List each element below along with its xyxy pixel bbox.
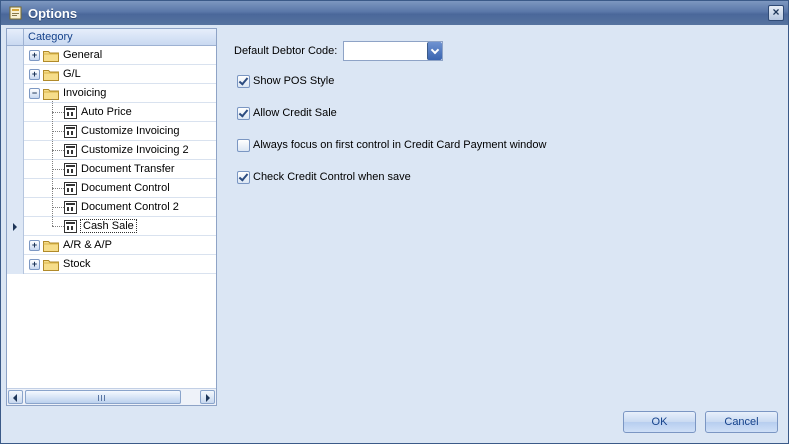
expand-icon[interactable]: + — [29, 240, 40, 251]
default-debtor-code-label: Default Debtor Code: — [234, 45, 338, 57]
collapse-icon[interactable]: − — [29, 88, 40, 99]
form-icon — [64, 144, 77, 157]
close-icon: × — [772, 5, 780, 19]
row-indicator[interactable] — [7, 255, 24, 274]
scroll-thumb[interactable] — [25, 390, 181, 404]
tree-connector — [52, 99, 53, 226]
current-row-arrow-icon — [13, 223, 17, 231]
arrow-right-icon — [206, 394, 210, 402]
check-icon — [238, 75, 249, 86]
allow-credit-sale-checkbox[interactable] — [237, 107, 250, 120]
expand-icon[interactable]: + — [29, 50, 40, 61]
tree-row[interactable]: + General — [7, 46, 216, 65]
tree-item-label[interactable]: G/L — [63, 68, 81, 80]
form-icon — [64, 182, 77, 195]
tree-row[interactable]: − Invoicing — [7, 84, 216, 103]
tree-item-label[interactable]: Auto Price — [81, 106, 132, 118]
folder-icon — [43, 68, 59, 81]
folder-icon — [43, 49, 59, 62]
tree-row[interactable]: + A/R & A/P — [7, 236, 216, 255]
row-indicator[interactable] — [7, 217, 24, 236]
row-indicator[interactable] — [7, 160, 24, 179]
category-tree[interactable]: Category + General + G/L − Invoicing Auto Pric… — [6, 28, 217, 406]
check-credit-control-label[interactable]: Check Credit Control when save — [253, 171, 411, 183]
always-focus-checkbox[interactable] — [237, 139, 250, 152]
tree-row[interactable]: + Stock — [7, 255, 216, 274]
tree-connector — [52, 131, 64, 132]
horizontal-scrollbar[interactable] — [7, 388, 216, 405]
tree-item-label[interactable]: A/R & A/P — [63, 239, 112, 251]
expand-icon[interactable]: + — [29, 69, 40, 80]
tree-connector — [52, 169, 64, 170]
tree-item-label[interactable]: Invoicing — [63, 87, 106, 99]
row-indicator[interactable] — [7, 141, 24, 160]
app-icon — [9, 6, 22, 20]
row-indicator[interactable] — [7, 236, 24, 255]
tree-connector — [52, 112, 64, 113]
folder-icon — [43, 87, 59, 100]
arrow-left-icon — [13, 394, 17, 402]
combo-dropdown-button[interactable] — [427, 42, 442, 60]
default-debtor-code-combo[interactable] — [343, 41, 443, 61]
scroll-right-button[interactable] — [200, 390, 215, 404]
close-button[interactable]: × — [768, 5, 784, 21]
tree-row[interactable]: Customize Invoicing — [7, 122, 216, 141]
always-focus-label[interactable]: Always focus on first control in Credit … — [253, 139, 546, 151]
header-indicator-cell — [7, 29, 24, 45]
form-icon — [64, 125, 77, 138]
tree-row[interactable]: Cash Sale — [7, 217, 216, 236]
title-bar[interactable]: Options × — [1, 1, 788, 25]
tree-item-label[interactable]: Cash Sale — [80, 219, 137, 233]
cancel-button[interactable]: Cancel — [705, 411, 778, 433]
folder-icon — [43, 239, 59, 252]
folder-icon — [43, 258, 59, 271]
tree-item-label[interactable]: Stock — [63, 258, 91, 270]
form-icon — [64, 106, 77, 119]
tree-item-label[interactable]: General — [63, 49, 102, 61]
tree-item-label[interactable]: Document Control — [81, 182, 170, 194]
row-indicator[interactable] — [7, 198, 24, 217]
tree-connector — [52, 150, 64, 151]
row-indicator[interactable] — [7, 65, 24, 84]
tree-row[interactable]: Customize Invoicing 2 — [7, 141, 216, 160]
row-indicator[interactable] — [7, 103, 24, 122]
allow-credit-sale-label[interactable]: Allow Credit Sale — [253, 107, 337, 119]
form-icon — [64, 163, 77, 176]
tree-item-label[interactable]: Customize Invoicing 2 — [81, 144, 189, 156]
tree-row[interactable]: + G/L — [7, 65, 216, 84]
tree-connector — [52, 226, 64, 227]
check-credit-control-checkbox[interactable] — [237, 171, 250, 184]
tree-header-label: Category — [28, 31, 73, 43]
tree-item-label[interactable]: Document Control 2 — [81, 201, 179, 213]
expand-icon[interactable]: + — [29, 259, 40, 270]
check-icon — [238, 171, 249, 182]
options-window: Options × Category + General + G/L − Invoicin… — [0, 0, 789, 444]
tree-row[interactable]: Document Control — [7, 179, 216, 198]
grip-icon — [98, 395, 107, 401]
show-pos-style-checkbox[interactable] — [237, 75, 250, 88]
window-title: Options — [28, 6, 78, 21]
tree-row[interactable]: Document Control 2 — [7, 198, 216, 217]
tree-item-label[interactable]: Document Transfer — [81, 163, 175, 175]
form-icon — [64, 201, 77, 214]
row-indicator[interactable] — [7, 179, 24, 198]
row-indicator[interactable] — [7, 46, 24, 65]
row-indicator[interactable] — [7, 84, 24, 103]
tree-row[interactable]: Document Transfer — [7, 160, 216, 179]
tree-header: Category — [7, 29, 216, 46]
tree-rows: + General + G/L − Invoicing Auto Price Customiz… — [7, 46, 216, 274]
scroll-left-button[interactable] — [8, 390, 23, 404]
show-pos-style-label[interactable]: Show POS Style — [253, 75, 334, 87]
form-icon — [64, 220, 77, 233]
tree-row[interactable]: Auto Price — [7, 103, 216, 122]
tree-connector — [52, 207, 64, 208]
dialog-body: Category + General + G/L − Invoicing Auto Pric… — [1, 25, 788, 443]
check-icon — [238, 107, 249, 118]
row-indicator[interactable] — [7, 122, 24, 141]
ok-button[interactable]: OK — [623, 411, 696, 433]
tree-item-label[interactable]: Customize Invoicing — [81, 125, 179, 137]
chevron-down-icon — [430, 45, 440, 55]
tree-connector — [52, 188, 64, 189]
